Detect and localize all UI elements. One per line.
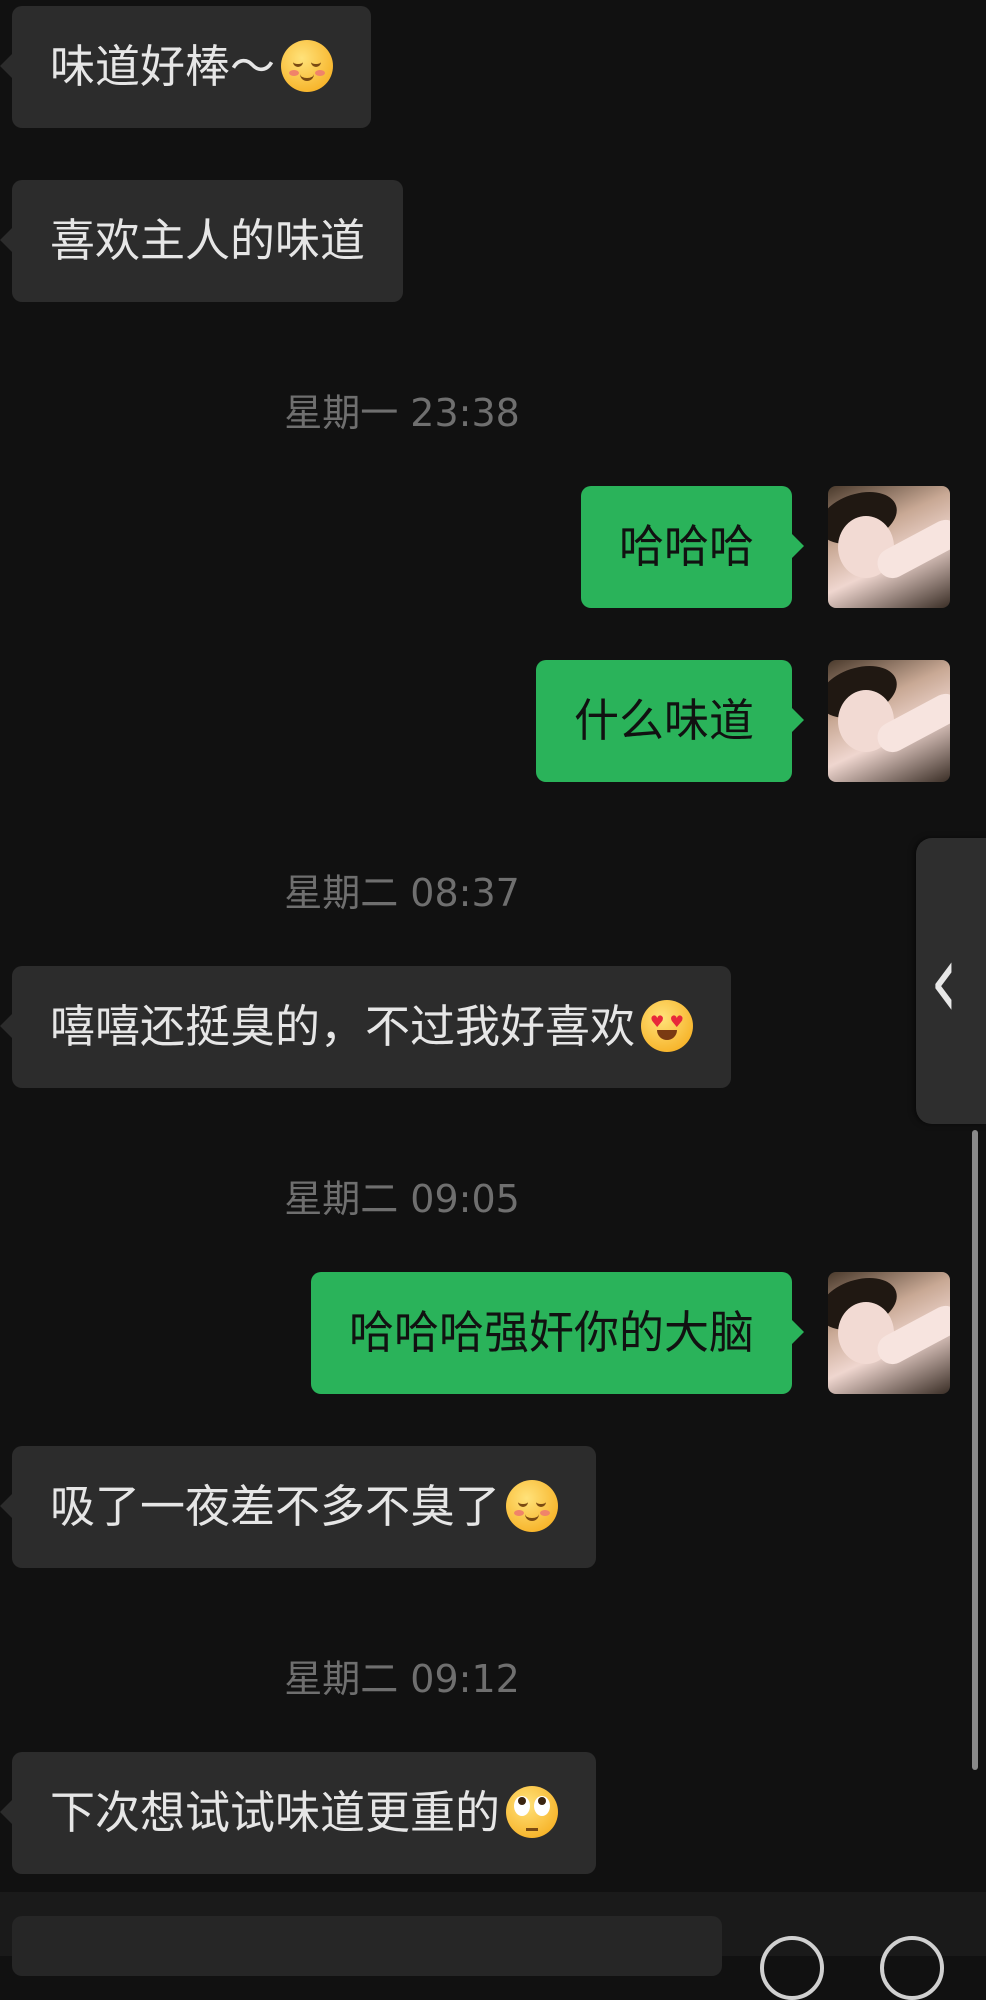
chevron-left-icon: ‹ (930, 919, 958, 1043)
message-text: 吸了一夜差不多不臭了 (50, 1480, 501, 1533)
message-outgoing[interactable]: 哈哈哈强奸你的大脑 (310, 1272, 805, 1394)
message-incoming[interactable]: 嘻嘻还挺臭的，不过我好喜欢 ♥ ♥ (0, 966, 732, 1088)
rolling-eyes-emoji-icon (506, 1786, 559, 1838)
input-bar (0, 1892, 986, 2000)
message-text: 什么味道 (573, 694, 754, 747)
message-incoming[interactable]: 吸了一夜差不多不臭了 (0, 1446, 597, 1568)
message-text: 喜欢主人的味道 (50, 214, 366, 267)
timestamp: 星期一 23:38 (284, 391, 520, 435)
my-avatar[interactable] (828, 486, 950, 608)
message-incoming[interactable]: 喜欢主人的味道 (0, 180, 404, 302)
my-avatar[interactable] (828, 660, 950, 782)
emoji-button[interactable] (760, 1936, 824, 2000)
blushing-smile-emoji-icon (506, 1480, 559, 1532)
message-text: 下次想试试味道更重的 (50, 1786, 501, 1839)
side-panel-toggle[interactable]: ‹ (916, 838, 986, 1124)
message-input[interactable] (12, 1916, 722, 1976)
blushing-smile-emoji-icon (281, 40, 334, 92)
timestamp: 星期二 09:05 (284, 1177, 520, 1221)
message-incoming[interactable]: 味道好棒～ (0, 6, 372, 128)
heart-eyes-emoji-icon: ♥ ♥ (641, 1000, 694, 1052)
message-text: 哈哈哈强奸你的大脑 (348, 1306, 754, 1359)
scrollbar[interactable] (972, 1130, 978, 1770)
my-avatar[interactable] (828, 1272, 950, 1394)
timestamp: 星期二 08:37 (284, 871, 520, 915)
message-text: 味道好棒～ (50, 40, 276, 93)
message-outgoing[interactable]: 哈哈哈 (580, 486, 805, 608)
more-button[interactable] (880, 1936, 944, 2000)
message-incoming[interactable]: 下次想试试味道更重的 (0, 1752, 597, 1874)
message-text: 哈哈哈 (618, 520, 754, 573)
chat-scroll-area[interactable]: 味道好棒～ 喜欢主人的味道 星期一 23:38 哈哈哈 什么味道 星期二 08:… (0, 0, 986, 1956)
message-text: 嘻嘻还挺臭的，不过我好喜欢 (50, 1000, 636, 1053)
message-outgoing[interactable]: 什么味道 (535, 660, 805, 782)
timestamp: 星期二 09:12 (284, 1657, 520, 1701)
